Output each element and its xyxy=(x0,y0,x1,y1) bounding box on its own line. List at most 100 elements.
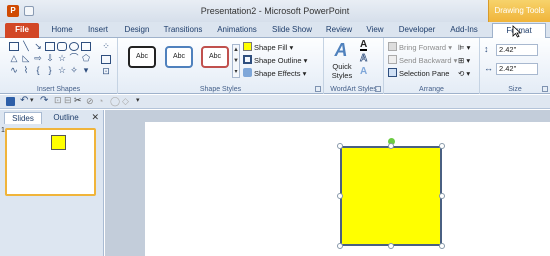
align-button[interactable]: ⊫ ▾ xyxy=(458,42,470,53)
tab-insert[interactable]: Insert xyxy=(84,23,112,38)
shape-styles-group: Abc Abc Abc ▲ ▼ ▾ Shape Fill ▾ Shape Outli… xyxy=(118,38,324,94)
textbox-shape-icon[interactable] xyxy=(9,42,19,51)
shape-styles-label: Shape Styles xyxy=(199,86,242,93)
resize-handle-right[interactable] xyxy=(439,193,445,199)
tab-home[interactable]: Home xyxy=(48,23,76,38)
shapes-icon[interactable]: ◯ xyxy=(110,96,120,107)
pen-outline-icon xyxy=(243,55,252,64)
wordart-styles-launcher-icon[interactable] xyxy=(375,86,381,92)
tab-add-ins[interactable]: Add-Ins xyxy=(446,23,482,38)
insert-shapes-group: ╲ ↘ △ ◺ ⇨ ⇩ ☆ ⌒ ⬠ ∿ ⌇ { } ☆ ✧ ▾ ⁘ ⊡ Inse… xyxy=(0,38,118,94)
arrow-line-shape-icon[interactable]: ↘ xyxy=(33,42,43,51)
more-shapes-icon[interactable]: ▾ xyxy=(81,66,91,75)
tab-developer[interactable]: Developer xyxy=(394,23,440,38)
tab-review[interactable]: Review xyxy=(322,23,356,38)
shape-style-preset-2[interactable]: Abc xyxy=(165,46,193,68)
resize-handle-left[interactable] xyxy=(337,193,343,199)
resize-handle-top-left[interactable] xyxy=(337,143,343,149)
draw-text-box-icon[interactable] xyxy=(101,55,111,64)
yellow-rectangle-shape[interactable] xyxy=(340,146,442,246)
shape-style-preset-3[interactable]: Abc xyxy=(201,46,229,68)
tab-animations[interactable]: Animations xyxy=(212,23,262,38)
shape-outline-button[interactable]: Shape Outline ▾ xyxy=(243,55,307,66)
left-brace-shape-icon[interactable]: { xyxy=(33,66,43,75)
rectangle-2-shape-icon[interactable] xyxy=(81,42,91,51)
rectangle-shape-icon[interactable] xyxy=(45,42,55,51)
text-fill-icon[interactable]: A xyxy=(360,40,368,51)
right-arrow-shape-icon[interactable]: ⇨ xyxy=(33,54,43,63)
wordart-styles-group: A Quick Styles A A A WordArt Styles xyxy=(324,38,384,94)
send-backward-button[interactable]: Send Backward ▾ xyxy=(388,55,457,66)
bring-forward-button[interactable]: Bring Forward ▾ xyxy=(388,42,452,53)
tab-file[interactable]: File xyxy=(5,23,39,38)
redo-icon[interactable]: ↷ xyxy=(40,95,48,106)
size-label: Size xyxy=(508,86,522,93)
resize-handle-bottom[interactable] xyxy=(388,243,394,249)
arrange-label: Arrange xyxy=(419,86,444,93)
open-icon[interactable]: ⊟ xyxy=(64,95,72,106)
shape-width-input[interactable]: 2.42" xyxy=(496,63,538,75)
freeform-shape-icon[interactable]: ⌇ xyxy=(21,66,31,75)
paint-bucket-icon xyxy=(243,42,252,51)
group-button[interactable]: ⊞ ▾ xyxy=(458,55,470,66)
rounded-rectangle-shape-icon[interactable] xyxy=(57,42,67,51)
width-icon: ↔ xyxy=(484,63,493,73)
slide-canvas[interactable] xyxy=(145,122,550,256)
arrange-group: Bring Forward ▾ Send Backward ▾ Selectio… xyxy=(384,38,480,94)
merge-shapes-icon[interactable]: ⊡ xyxy=(100,67,112,76)
size-launcher-icon[interactable] xyxy=(542,86,548,92)
star-shape-icon[interactable]: ☆ xyxy=(57,54,67,63)
shape-effects-button[interactable]: Shape Effects ▾ xyxy=(243,68,306,79)
rotate-button[interactable]: ⟲ ▾ xyxy=(458,68,470,79)
text-effects-icon[interactable]: A xyxy=(360,67,367,77)
callout-shape-icon[interactable]: ⌒ xyxy=(69,54,79,63)
shape-styles-launcher-icon[interactable] xyxy=(315,86,321,92)
insert-shapes-label: Insert Shapes xyxy=(36,86,81,93)
tab-design[interactable]: Design xyxy=(120,23,154,38)
star-4-shape-icon[interactable]: ✧ xyxy=(69,66,79,75)
line-shape-icon[interactable]: ╲ xyxy=(21,42,31,51)
format-painter-icon[interactable]: ⊘ xyxy=(86,96,94,107)
slide-editor xyxy=(105,110,550,256)
quick-styles-a-icon[interactable]: A xyxy=(330,40,352,60)
shape-fill-button[interactable]: Shape Fill ▾ xyxy=(243,42,293,53)
right-brace-shape-icon[interactable]: } xyxy=(45,66,55,75)
bring-forward-icon xyxy=(388,42,397,51)
pentagon-shape-icon[interactable]: ⬠ xyxy=(81,54,91,63)
quick-styles-button[interactable]: Quick Styles xyxy=(326,62,358,80)
curve-shape-icon[interactable]: ∿ xyxy=(9,66,19,75)
tab-outline[interactable]: Outline xyxy=(46,112,86,124)
text-outline-icon[interactable]: A xyxy=(360,53,368,64)
close-pane-icon[interactable]: ✕ xyxy=(91,112,99,123)
save-icon[interactable] xyxy=(6,97,15,106)
shape-height-input[interactable]: 2.42" xyxy=(496,44,538,56)
shape-style-preset-1[interactable]: Abc xyxy=(128,46,156,68)
new-slide-icon[interactable]: ⊡ xyxy=(54,95,62,106)
drawing-tools-context-label: Drawing Tools xyxy=(488,0,550,22)
spelling-icon[interactable]: ◔ xyxy=(98,96,103,106)
resize-handle-bottom-left[interactable] xyxy=(337,243,343,249)
oval-shape-icon[interactable] xyxy=(69,42,79,51)
selection-pane-button[interactable]: Selection Pane xyxy=(388,68,449,79)
size-group: ↕ 2.42" ↔ 2.42" Size xyxy=(480,38,550,94)
resize-handle-top[interactable] xyxy=(388,143,394,149)
down-arrow-shape-icon[interactable]: ⇩ xyxy=(45,54,55,63)
tab-slides[interactable]: Slides xyxy=(4,112,42,124)
resize-handle-bottom-right[interactable] xyxy=(439,243,445,249)
customize-qat-icon[interactable]: ▾ xyxy=(136,96,140,104)
cut-icon[interactable]: ✂ xyxy=(74,95,82,106)
tab-transitions[interactable]: Transitions xyxy=(158,23,208,38)
triangle-shape-icon[interactable]: △ xyxy=(9,54,19,63)
gallery-scroll-icon[interactable]: ▲ ▼ ▾ xyxy=(232,44,240,78)
tab-view[interactable]: View xyxy=(362,23,388,38)
resize-handle-top-right[interactable] xyxy=(439,143,445,149)
edit-shape-icon[interactable]: ⁘ xyxy=(100,42,112,51)
slides-pane: Slides Outline ✕ 1 xyxy=(0,110,104,256)
star-5-shape-icon[interactable]: ☆ xyxy=(57,66,67,75)
right-triangle-shape-icon[interactable]: ◺ xyxy=(21,54,31,63)
tab-slide-show[interactable]: Slide Show xyxy=(268,23,316,38)
undo-icon[interactable]: ↶ xyxy=(20,95,28,106)
eraser-icon[interactable]: ◇ xyxy=(122,96,129,107)
slide-thumbnail[interactable] xyxy=(5,128,96,196)
undo-dropdown-icon[interactable]: ▾ xyxy=(30,96,34,104)
